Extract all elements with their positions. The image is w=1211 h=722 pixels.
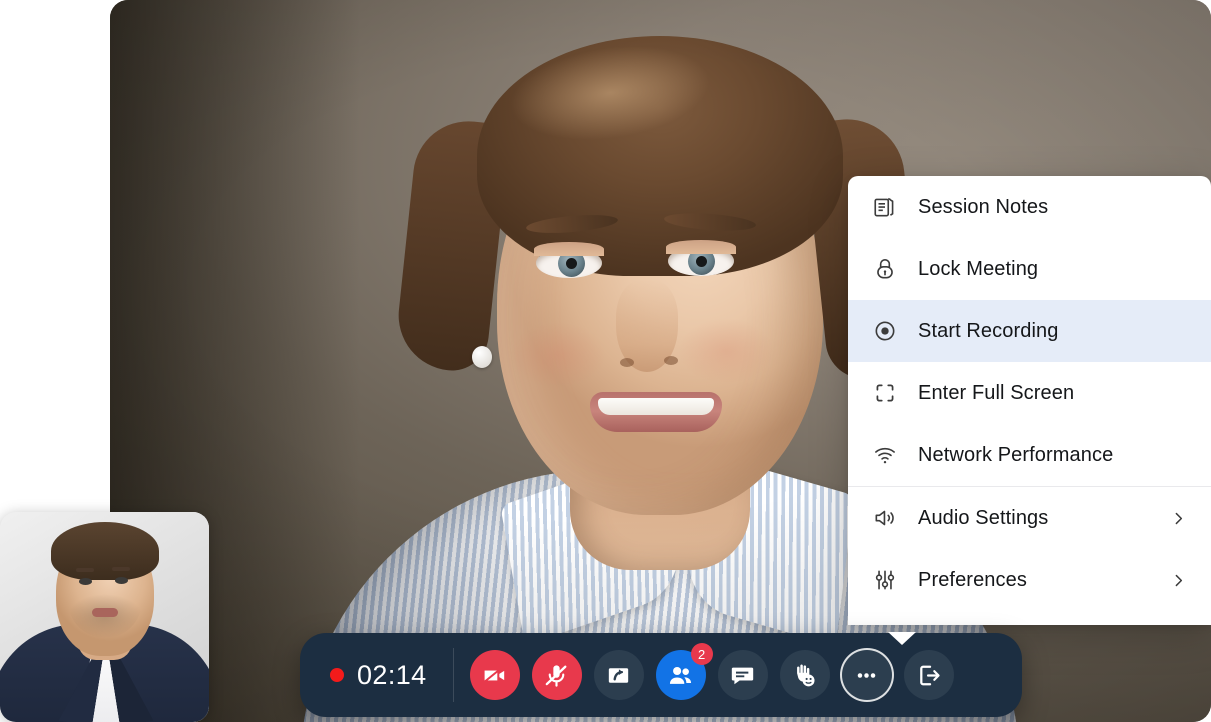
- menu-item-lock-meeting[interactable]: Lock Meeting: [848, 238, 1211, 300]
- self-view-video-tile[interactable]: [0, 512, 209, 722]
- self-view-hair: [50, 522, 159, 580]
- lock-icon: [872, 256, 918, 282]
- menu-item-audio-settings[interactable]: Audio Settings: [848, 487, 1211, 549]
- speaker-icon: [872, 505, 918, 531]
- recording-indicator-dot: [330, 668, 344, 682]
- menu-item-start-recording[interactable]: Start Recording: [848, 300, 1211, 362]
- chevron-right-icon: [1170, 572, 1187, 589]
- meeting-timer: 02:14: [300, 648, 454, 702]
- fullscreen-icon: [872, 380, 918, 406]
- participants-icon: [667, 662, 694, 689]
- leave-icon: [915, 662, 942, 689]
- ellipsis-icon: [853, 662, 880, 689]
- chat-button[interactable]: [717, 650, 768, 700]
- wifi-icon: [872, 442, 918, 468]
- mic-muted-icon: [543, 662, 570, 689]
- sliders-icon: [872, 567, 918, 593]
- menu-item-preferences[interactable]: Preferences: [848, 549, 1211, 611]
- self-view-eye-right: [115, 577, 128, 584]
- self-view-mouth: [92, 608, 118, 617]
- more-options-button[interactable]: [841, 650, 892, 700]
- menu-item-session-notes[interactable]: Session Notes: [848, 176, 1211, 238]
- toolbar-buttons: 2: [469, 643, 954, 700]
- menu-item-label: Preferences: [918, 568, 1027, 591]
- raise-hand-icon: [791, 662, 818, 689]
- share-screen-button[interactable]: [593, 650, 644, 700]
- more-options-menu[interactable]: Session Notes Lock Meeting Start Recording…: [848, 176, 1211, 625]
- app-stage: Session Notes Lock Meeting Start Recording…: [0, 0, 1211, 722]
- menu-item-label: Audio Settings: [918, 506, 1049, 529]
- menu-item-label: Network Performance: [918, 443, 1114, 466]
- record-icon: [872, 318, 918, 344]
- leave-meeting-button[interactable]: [903, 650, 954, 700]
- notes-icon: [872, 194, 918, 220]
- meeting-toolbar: 02:14 2: [300, 632, 1022, 717]
- menu-item-label: Enter Full Screen: [918, 381, 1075, 404]
- camera-off-icon: [481, 662, 508, 689]
- participants-count-badge: 2: [690, 643, 713, 665]
- chevron-right-icon: [1170, 510, 1187, 527]
- timer-text: 02:14: [357, 659, 427, 690]
- participants-button[interactable]: 2: [655, 643, 713, 700]
- menu-item-label: Start Recording: [918, 319, 1059, 342]
- self-view-eyebrow-left: [76, 568, 94, 572]
- share-screen-icon: [605, 662, 632, 689]
- menu-item-label: Lock Meeting: [918, 257, 1039, 280]
- camera-toggle-button[interactable]: [469, 650, 520, 700]
- menu-item-label: Session Notes: [918, 195, 1049, 218]
- self-view-eye-left: [79, 578, 92, 585]
- microphone-toggle-button[interactable]: [531, 650, 582, 700]
- chat-icon: [729, 662, 756, 689]
- menu-item-network-performance[interactable]: Network Performance: [848, 424, 1211, 486]
- menu-item-enter-full-screen[interactable]: Enter Full Screen: [848, 362, 1211, 424]
- reactions-button[interactable]: [779, 650, 830, 700]
- self-view-eyebrow-right: [112, 567, 130, 571]
- menu-pointer-caret: [888, 632, 916, 645]
